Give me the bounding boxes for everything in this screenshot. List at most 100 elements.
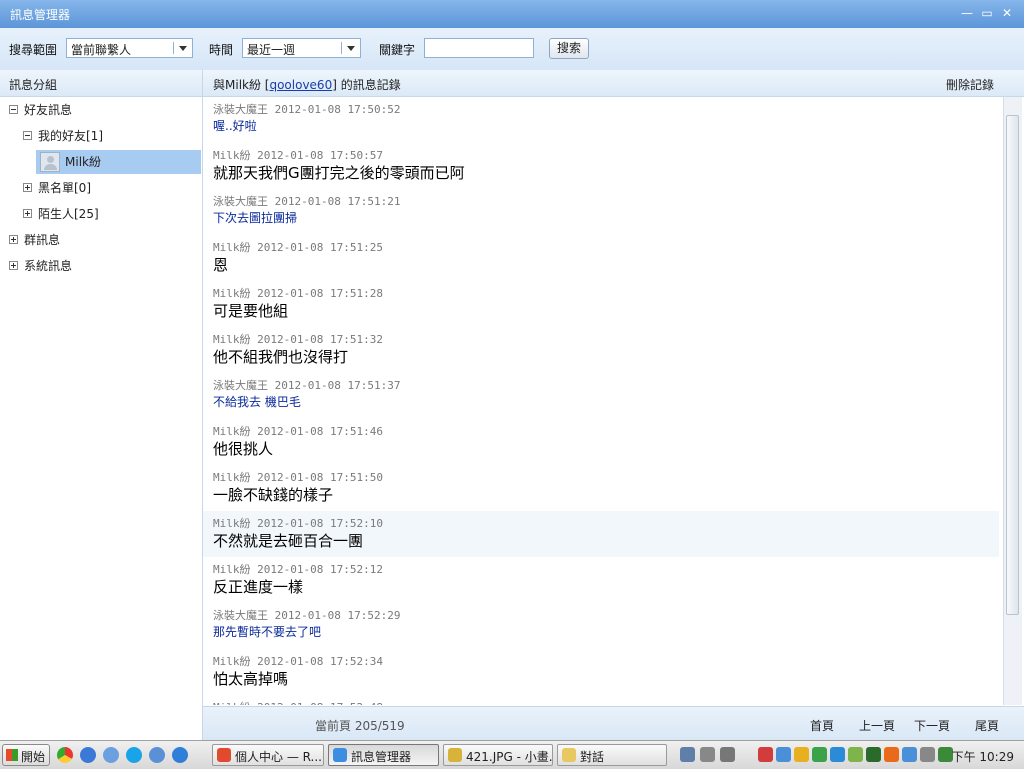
tree-item-system-messages[interactable]: 系統訊息 [0, 254, 202, 278]
tree-item-contact[interactable]: Milk紛 [0, 150, 202, 174]
minimize-button[interactable]: — [960, 6, 974, 20]
restore-button[interactable]: ▭ [980, 6, 994, 20]
network-icon[interactable] [830, 747, 845, 762]
toolbar-icon[interactable] [720, 747, 735, 762]
message-scrollbar[interactable] [1003, 97, 1022, 705]
browser-tray-icon[interactable] [884, 747, 899, 762]
first-page-button[interactable]: 首頁 [810, 717, 834, 734]
chrome-icon[interactable] [57, 747, 73, 763]
message-text: 他不組我們也沒得打 [213, 348, 349, 366]
message-item[interactable]: Milk紛 2012-01-08 17:51:50 一臉不缺錢的樣子 [203, 465, 999, 511]
message-time: 2012-01-08 17:52:34 [257, 655, 383, 668]
taskbar-button[interactable]: 421.JPG - 小畫... [443, 744, 553, 766]
expand-icon[interactable] [23, 183, 32, 192]
taskbar-button[interactable]: 對話 [557, 744, 667, 766]
time-dropdown[interactable]: 最近一週 [242, 38, 361, 58]
qq-icon[interactable] [794, 747, 809, 762]
collapse-icon[interactable] [9, 105, 18, 114]
message-sender: Milk紛 [213, 241, 251, 254]
keyboard-icon[interactable] [680, 747, 695, 762]
last-page-button[interactable]: 尾頁 [975, 717, 999, 734]
tree-item-my-friends[interactable]: 我的好友[1] [0, 124, 202, 148]
message-time: 2012-01-08 17:51:28 [257, 287, 383, 300]
message-text: 一臉不缺錢的樣子 [213, 486, 334, 504]
message-sender: Milk紛 [213, 701, 251, 705]
monitor-icon[interactable] [866, 747, 881, 762]
settings-icon[interactable] [103, 747, 119, 763]
tree-item-strangers[interactable]: 陌生人[25] [0, 202, 202, 226]
taskbar-button[interactable]: 訊息管理器 [328, 744, 439, 766]
app-tray-icon[interactable] [776, 747, 791, 762]
message-item[interactable]: Milk紛 2012-01-08 17:51:28 可是要他組 [203, 281, 999, 327]
collapse-icon[interactable] [23, 131, 32, 140]
message-text: 可是要他組 [213, 302, 289, 320]
tree-item-friend-messages[interactable]: 好友訊息 [0, 98, 202, 122]
message-item[interactable]: 泳裝大魔王 2012-01-08 17:51:37 不給我去 機巴毛 [203, 373, 999, 419]
tree-item-blacklist[interactable]: 黑名單[0] [0, 176, 202, 200]
messenger-icon[interactable] [149, 747, 165, 763]
check-icon[interactable] [812, 747, 827, 762]
message-sender: Milk紛 [213, 149, 251, 162]
chevron-down-icon [347, 46, 355, 51]
app-icon [217, 748, 231, 762]
message-item[interactable]: 泳裝大魔王 2012-01-08 17:50:52 喔..好啦 [203, 97, 999, 143]
message-meta: Milk紛 2012-01-08 17:50:57 [213, 147, 383, 163]
app-icon [333, 748, 347, 762]
prev-page-button[interactable]: 上一頁 [859, 717, 895, 734]
chat-tray-icon[interactable] [902, 747, 917, 762]
message-text: 喔..好啦 [213, 119, 257, 133]
title-bar[interactable]: 訊息管理器 — ▭ ✕ [0, 0, 1024, 28]
scope-value: 當前聯繫人 [71, 43, 132, 57]
message-item[interactable]: Milk紛 2012-01-08 17:52:12 反正進度一樣 [203, 557, 999, 603]
message-list[interactable]: 泳裝大魔王 2012-01-08 17:50:52 喔..好啦 Milk紛 2012… [203, 97, 1003, 705]
media-player-icon[interactable] [80, 747, 96, 763]
message-item[interactable]: 泳裝大魔王 2012-01-08 17:52:29 那先暫時不要去了吧 [203, 603, 999, 649]
message-item[interactable]: 泳裝大魔王 2012-01-08 17:51:21 下次去圖拉團掃 [203, 189, 999, 235]
start-button[interactable]: 開始 [2, 744, 50, 766]
message-meta: 泳裝大魔王 2012-01-08 17:50:52 [213, 101, 400, 117]
message-meta: Milk紛 2012-01-08 17:51:32 [213, 331, 383, 347]
expand-icon[interactable] [9, 235, 18, 244]
sync-icon[interactable] [848, 747, 863, 762]
clock: 下午 10:29 [951, 750, 1014, 764]
message-item[interactable]: Milk紛 2012-01-08 17:51:25 恩 [203, 235, 999, 281]
scrollbar-thumb[interactable] [1006, 115, 1019, 615]
tree-item-group-messages[interactable]: 群訊息 [0, 228, 202, 252]
skype-icon[interactable] [126, 747, 142, 763]
tool-icon[interactable] [700, 747, 715, 762]
message-text: 反正進度一樣 [213, 578, 304, 596]
window-title: 訊息管理器 [10, 8, 71, 22]
message-sender: 泳裝大魔王 [213, 103, 268, 116]
message-log-pane: 與Milk紛 [qoolove60] 的訊息記錄 刪除記錄 泳裝大魔王 2012… [203, 70, 1024, 740]
speaker-icon[interactable] [920, 747, 935, 762]
scope-dropdown[interactable]: 當前聯繫人 [66, 38, 193, 58]
message-time: 2012-01-08 17:52:48 [257, 701, 383, 705]
window-controls: — ▭ ✕ [960, 6, 1014, 20]
expand-icon[interactable] [9, 261, 18, 270]
message-text: 不給我去 機巴毛 [213, 395, 301, 409]
message-item[interactable]: Milk紛 2012-01-08 17:50:57 就那天我們G團打完之後的零頭而… [203, 143, 999, 189]
search-button[interactable]: 搜索 [549, 38, 589, 59]
message-item[interactable]: Milk紛 2012-01-08 17:52:34 怕太高掉嗎 [203, 649, 999, 695]
internet-explorer-icon[interactable] [172, 747, 188, 763]
close-button[interactable]: ✕ [1000, 6, 1014, 20]
next-page-button[interactable]: 下一頁 [914, 717, 950, 734]
message-item[interactable]: Milk紛 2012-01-08 17:51:32 他不組我們也沒得打 [203, 327, 999, 373]
chevron-down-icon [179, 46, 187, 51]
taskbar-button[interactable]: 個人中心 — R... [212, 744, 324, 766]
message-item[interactable]: Milk紛 2012-01-08 17:51:46 他很挑人 [203, 419, 999, 465]
group-header: 訊息分組 [0, 70, 202, 97]
contact-id-link[interactable]: qoolove60 [269, 78, 332, 92]
message-sender: 泳裝大魔王 [213, 379, 268, 392]
app-icon [562, 748, 576, 762]
taskbar: 開始 個人中心 — R... 訊息管理器 421.JPG - 小畫... 對話 下午 … [0, 740, 1024, 769]
message-sender: 泳裝大魔王 [213, 609, 268, 622]
delete-records-button[interactable]: 刪除記錄 [946, 76, 994, 93]
security-icon[interactable] [758, 747, 773, 762]
message-meta: Milk紛 2012-01-08 17:52:34 [213, 653, 383, 669]
expand-icon[interactable] [23, 209, 32, 218]
keyword-input[interactable] [424, 38, 534, 58]
message-item[interactable]: Milk紛 2012-01-08 17:52:10 不然就是去砸百合一團 [203, 511, 999, 557]
message-item[interactable]: Milk紛 2012-01-08 17:52:48 [203, 695, 999, 705]
message-text: 下次去圖拉團掃 [213, 211, 298, 225]
